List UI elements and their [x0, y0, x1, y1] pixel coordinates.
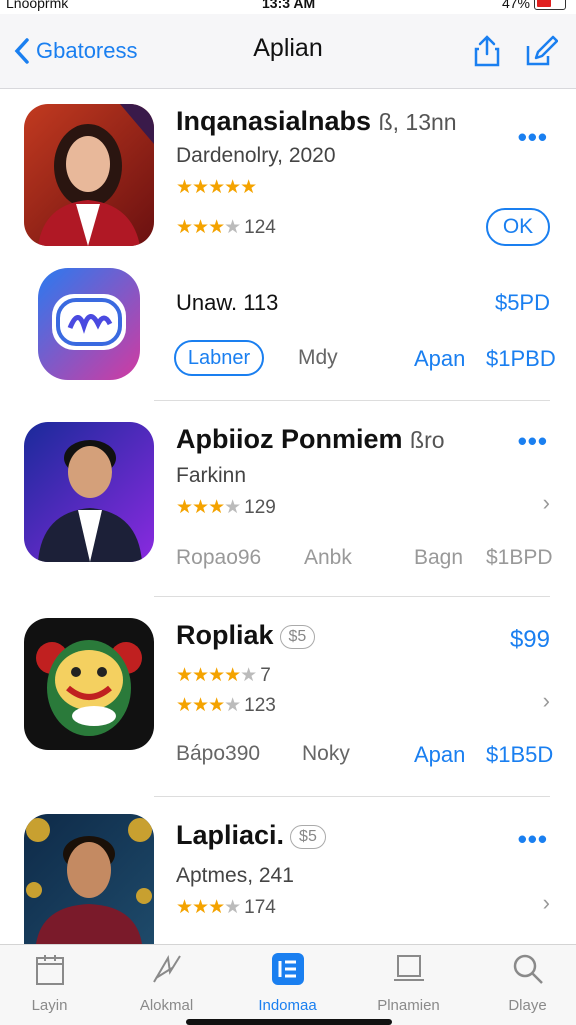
- meta-label: Ropao96: [176, 546, 262, 569]
- app-icon: [24, 814, 154, 944]
- divider: [154, 400, 550, 401]
- divider: [154, 596, 550, 597]
- navigation-bar: Gbatoress Aplian: [0, 14, 576, 89]
- app-icon: [24, 618, 154, 750]
- meta-label: Bápo390: [176, 742, 261, 765]
- monitor-icon: [393, 955, 424, 981]
- compose-button[interactable]: [524, 34, 559, 68]
- star-rating: ★★★★ 123: [176, 695, 276, 716]
- app-subtitle: Aptmes, 241: [176, 864, 294, 887]
- star-rating: ★★★★ 124: [176, 217, 276, 238]
- meta-label: Mdy: [298, 346, 338, 369]
- more-button[interactable]: •••: [518, 426, 548, 457]
- price-link[interactable]: $1PBD: [486, 346, 556, 372]
- pencil-icon: [526, 35, 559, 66]
- battery-icon: [534, 0, 566, 10]
- share-icon: [474, 35, 500, 67]
- app-icon: [24, 422, 154, 562]
- app-title: Apbiioz Ponmiem ßro: [176, 424, 445, 454]
- app-title: Lapliaci. $5: [176, 820, 326, 851]
- carrier-label: Lnooprmk: [6, 0, 69, 11]
- star-rating: ★★★★ 174: [176, 897, 276, 918]
- calendar-icon: [35, 955, 64, 985]
- tab-layin[interactable]: Layin: [0, 951, 107, 1014]
- battery-percent: 47%: [501, 0, 530, 11]
- app-icon: [24, 104, 154, 246]
- price-label[interactable]: $5PD: [495, 290, 550, 316]
- app-icon: [38, 268, 140, 380]
- star-rating: ★★★★★: [176, 177, 257, 198]
- meta-label: Bagn: [414, 546, 464, 569]
- star-rating: ★★★★ 129: [176, 497, 276, 518]
- star-rating: ★★★★★ 7: [176, 665, 271, 686]
- home-indicator: [186, 1019, 392, 1025]
- price-link[interactable]: $1B5D: [486, 742, 553, 768]
- tab-plnamien[interactable]: Plnamien: [351, 951, 466, 1014]
- divider: [154, 796, 550, 797]
- share-button[interactable]: [470, 34, 504, 68]
- app-subtitle: Farkinn: [176, 464, 247, 487]
- label-chip[interactable]: Labner: [174, 340, 264, 376]
- meta-label: Noky: [302, 742, 350, 765]
- tab-dlaye[interactable]: Dlaye: [470, 951, 576, 1014]
- price-badge: $5: [279, 624, 316, 649]
- chevron-right-icon[interactable]: ›: [543, 490, 550, 516]
- price-badge: $5: [290, 824, 326, 849]
- meta-label: Anbk: [304, 546, 352, 569]
- tab-indomaa[interactable]: Indomaa: [230, 951, 345, 1014]
- app-subtitle: Dardenolry, 2020: [176, 144, 336, 167]
- open-link[interactable]: Apan: [414, 742, 465, 768]
- open-link[interactable]: Apan: [414, 346, 465, 372]
- tab-alokmal[interactable]: Alokmal: [109, 951, 224, 1014]
- tab-bar: Layin Alokmal Indomaa Plnamien Dlaye: [0, 944, 576, 1025]
- price-label[interactable]: $99: [510, 626, 550, 654]
- search-icon: [513, 954, 543, 984]
- more-button[interactable]: •••: [518, 122, 548, 153]
- list-icon: [271, 953, 304, 985]
- chevron-right-icon[interactable]: ›: [543, 890, 550, 916]
- app-title: Inqanasialnabs ß, 13nn: [176, 106, 457, 136]
- ok-button[interactable]: OK: [486, 208, 550, 246]
- price-label: $1BPD: [486, 546, 553, 569]
- compass-icon: [152, 955, 181, 983]
- status-bar: Lnooprmk 13:3 AM 47%: [0, 0, 576, 14]
- app-title: Unaw. 113: [176, 290, 279, 315]
- chevron-right-icon[interactable]: ›: [543, 688, 550, 714]
- clock: 13:3 AM: [262, 0, 316, 11]
- more-button[interactable]: •••: [518, 824, 548, 855]
- app-title: Ropliak $5: [176, 620, 316, 651]
